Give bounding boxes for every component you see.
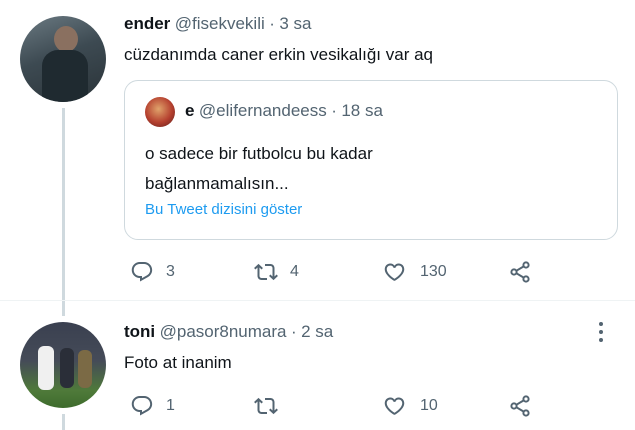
share-button[interactable] <box>508 394 532 418</box>
like-icon <box>384 397 405 415</box>
reply-button[interactable]: 3 <box>130 260 175 284</box>
tweet-header: toni @pasor8numara · 2 sa <box>124 322 333 342</box>
quoted-tweet[interactable]: e @elifernandeess · 18 sa o sadece bir f… <box>124 80 618 240</box>
reply-icon <box>131 396 153 416</box>
separator: · <box>269 14 275 33</box>
quoted-timestamp: 18 sa <box>341 101 383 120</box>
avatar-figure <box>60 348 74 388</box>
reply-button[interactable]: 1 <box>130 394 175 418</box>
share-icon <box>510 261 530 283</box>
author-handle[interactable]: @pasor8numara <box>160 322 287 341</box>
author-name[interactable]: toni <box>124 322 155 341</box>
divider <box>0 300 635 301</box>
timestamp[interactable]: 3 sa <box>279 14 311 33</box>
reply-count: 1 <box>166 397 175 414</box>
quoted-author-name: e <box>185 101 195 120</box>
avatar-figure <box>78 350 92 388</box>
separator: · <box>331 101 337 120</box>
avatar-figure-body <box>42 50 88 102</box>
author-name[interactable]: ender <box>124 14 170 33</box>
reply-icon <box>131 262 153 282</box>
retweet-count: 4 <box>290 263 299 280</box>
quoted-text: o sadece bir futbolcu bu kadar bağlanmam… <box>145 139 373 199</box>
avatar-ender[interactable] <box>20 16 106 102</box>
like-icon <box>384 263 405 281</box>
timestamp[interactable]: 2 sa <box>301 322 333 341</box>
quoted-text-line: bağlanmamalısın... <box>145 174 289 193</box>
show-thread-link[interactable]: Bu Tweet dizisini göster <box>145 201 302 218</box>
quoted-header: e @elifernandeess · 18 sa <box>185 101 383 121</box>
avatar-figure <box>54 26 78 52</box>
retweet-button[interactable] <box>254 394 290 418</box>
quoted-author-handle: @elifernandeess <box>198 101 327 120</box>
thread-line <box>62 414 65 430</box>
retweet-button[interactable]: 4 <box>254 260 299 284</box>
separator: · <box>290 322 297 341</box>
quoted-text-line: o sadece bir futbolcu bu kadar <box>145 144 373 163</box>
like-button[interactable]: 10 <box>382 394 438 418</box>
avatar-figure <box>38 346 54 390</box>
author-handle[interactable]: @fisekvekili <box>175 14 265 33</box>
more-icon[interactable] <box>598 322 604 344</box>
share-icon <box>510 395 530 417</box>
tweet-header: ender @fisekvekili · 3 sa <box>124 14 311 34</box>
quoted-avatar[interactable] <box>145 97 175 127</box>
thread-line <box>62 108 65 316</box>
share-button[interactable] <box>508 260 532 284</box>
reply-count: 3 <box>166 263 175 280</box>
retweet-icon <box>254 397 278 415</box>
like-count: 130 <box>420 263 447 280</box>
like-count: 10 <box>420 397 438 414</box>
like-button[interactable]: 130 <box>382 260 447 284</box>
retweet-icon <box>254 263 278 281</box>
avatar-toni[interactable] <box>20 322 106 408</box>
tweet-text: Foto at inanim <box>124 353 232 372</box>
tweet-text: cüzdanımda caner erkin vesikalığı var aq <box>124 45 433 64</box>
